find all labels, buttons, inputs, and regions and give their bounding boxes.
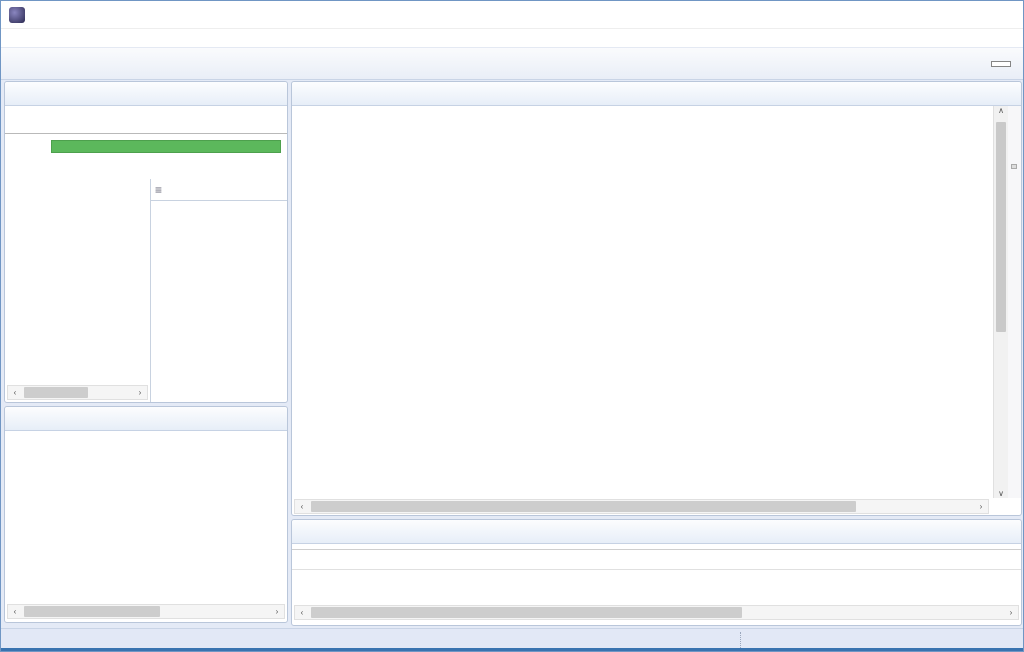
test-result-item[interactable] — [5, 179, 150, 184]
scroll-right-arrow[interactable]: › — [133, 388, 147, 397]
scroll-right-arrow[interactable]: › — [1004, 608, 1018, 617]
scroll-left-arrow[interactable]: ‹ — [295, 608, 309, 617]
eclipse-logo-icon — [9, 7, 25, 23]
menu-bar — [1, 29, 1023, 47]
overview-ruler[interactable] — [1008, 106, 1021, 498]
git-hscrollbar[interactable]: ‹ › — [7, 604, 285, 619]
junit-view: ‹ › ≡ — [4, 81, 288, 403]
title-bar — [1, 1, 1023, 29]
scroll-left-arrow[interactable]: ‹ — [295, 502, 309, 511]
editor-vscrollbar[interactable]: ∧ ∨ — [993, 106, 1008, 498]
scroll-down-arrow[interactable]: ∨ — [994, 489, 1008, 498]
quick-access-box[interactable] — [991, 61, 1011, 67]
occurrence-marker — [1011, 164, 1017, 169]
problems-table-header — [292, 550, 1021, 570]
failure-trace-section: ≡ — [151, 179, 287, 402]
git-toolbar — [5, 431, 287, 453]
window-bottom-edge — [1, 648, 1023, 651]
scroll-right-arrow[interactable]: › — [270, 607, 284, 616]
junit-test-tree: ‹ › — [5, 179, 151, 402]
minimize-button[interactable] — [891, 1, 935, 28]
scroll-left-arrow[interactable]: ‹ — [8, 607, 22, 616]
editor-area: ∧ ∨ ‹ › — [291, 81, 1022, 516]
scroll-left-arrow[interactable]: ‹ — [8, 388, 22, 397]
editor-hscrollbar[interactable]: ‹ › — [294, 499, 989, 514]
junit-progress-bar — [51, 140, 281, 153]
drag-handle[interactable] — [740, 632, 743, 648]
code-editor[interactable] — [292, 106, 991, 498]
main-toolbar — [1, 47, 1023, 80]
eclipse-window: ‹ › ≡ ‹ › — [0, 0, 1024, 652]
junit-runs-row — [5, 134, 287, 159]
scroll-up-arrow[interactable]: ∧ — [994, 106, 1008, 115]
git-tabstrip — [5, 407, 287, 431]
problems-view: ‹ › — [291, 519, 1022, 626]
bottom-tabstrip — [292, 520, 1021, 544]
git-repositories-view: ‹ › — [4, 406, 288, 623]
junit-tabstrip — [5, 82, 287, 106]
scroll-right-arrow[interactable]: › — [974, 502, 988, 511]
junit-hscrollbar[interactable]: ‹ › — [7, 385, 148, 400]
close-button[interactable] — [979, 1, 1023, 28]
junit-toolbar — [5, 106, 287, 128]
problems-hscrollbar[interactable]: ‹ › — [294, 605, 1019, 620]
editor-tabstrip — [292, 82, 1021, 106]
sash-grip-icon[interactable]: ≡ — [155, 183, 162, 197]
maximize-button[interactable] — [935, 1, 979, 28]
